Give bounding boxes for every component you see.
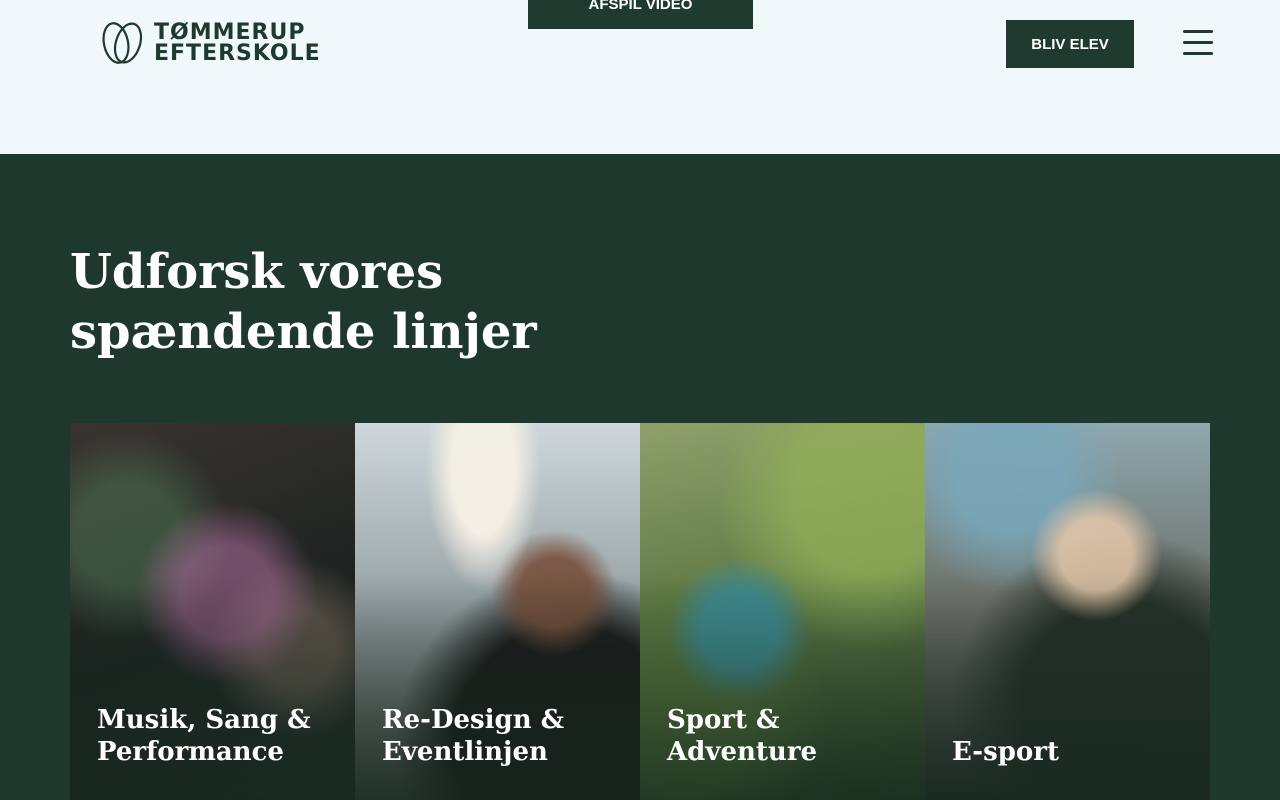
hamburger-menu-icon[interactable] [1183,30,1213,58]
section-headline: Udforsk vores spændende linjer [70,244,537,360]
programs-section: Udforsk vores spændende linjer Musik, Sa… [0,154,1280,800]
logo-wordmark: TØMMERUP EFTERSKOLE [154,20,321,66]
program-card-label: Musik, Sang & Performance [97,705,311,767]
menu-bar [1183,30,1213,33]
menu-bar [1183,52,1213,55]
program-card-redesign[interactable]: Re-Design & Eventlinjen [355,423,640,800]
program-card-esport[interactable]: E-sport [925,423,1210,800]
program-card-label: Sport & Adventure [667,705,818,767]
program-card-label: E-sport [952,737,1059,767]
program-card-music[interactable]: Musik, Sang & Performance [70,423,355,800]
program-card-sport[interactable]: Sport & Adventure [640,423,925,800]
program-card-label: Re-Design & Eventlinjen [382,705,565,767]
logo-line-1: TØMMERUP [154,20,306,45]
site-header: TØMMERUP EFTERSKOLE AFSPIL VIDEO BLIV EL… [0,0,1280,154]
become-student-button[interactable]: BLIV ELEV [1006,20,1134,68]
logo-mark-icon [102,22,143,64]
play-video-button[interactable]: AFSPIL VIDEO [528,0,753,29]
menu-bar [1183,41,1213,44]
school-logo[interactable]: TØMMERUP EFTERSKOLE [100,20,321,66]
logo-line-2: EFTERSKOLE [154,41,321,66]
program-cards: Musik, Sang & Performance Re-Design & Ev… [70,423,1210,800]
